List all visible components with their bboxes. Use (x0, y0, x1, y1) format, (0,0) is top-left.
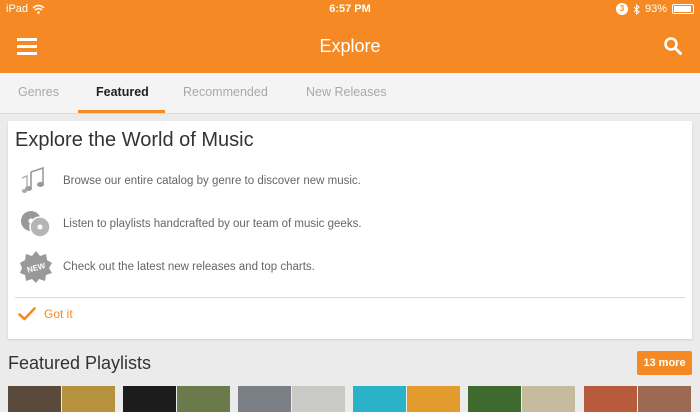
got-it-button[interactable]: Got it (18, 307, 73, 321)
intro-item-text: Check out the latest new releases and to… (63, 261, 315, 273)
playlist-thumbnail[interactable] (638, 386, 691, 412)
playlist-thumbnail[interactable] (123, 386, 176, 412)
intro-item-text: Browse our entire catalog by genre to di… (63, 175, 361, 187)
battery-icon (672, 4, 694, 14)
intro-item-browse: Browse our entire catalog by genre to di… (18, 163, 383, 199)
tab-genres[interactable]: Genres (18, 85, 59, 99)
playlist-thumbnail[interactable] (238, 386, 291, 412)
playlist-thumbnail[interactable] (407, 386, 460, 412)
intro-item-playlists: Listen to playlists handcrafted by our t… (18, 206, 383, 242)
got-it-label: Got it (44, 307, 73, 321)
explore-intro-card: Explore the World of Music Browse our en… (8, 121, 692, 339)
app-bar: Explore (0, 18, 700, 73)
battery-percent: 93% (644, 3, 667, 15)
notification-badge-icon: 3 (615, 3, 628, 15)
tab-recommended[interactable]: Recommended (183, 85, 268, 99)
new-badge-icon: NEW (18, 249, 54, 285)
intro-item-text: Listen to playlists handcrafted by our t… (63, 218, 362, 230)
active-tab-indicator (78, 110, 165, 113)
page-title: Explore (319, 36, 381, 56)
playlist-thumbnail[interactable] (468, 386, 521, 412)
tab-new-releases[interactable]: New Releases (306, 85, 387, 99)
playlist-thumbnail[interactable] (353, 386, 406, 412)
vinyl-discs-icon (18, 206, 54, 242)
playlist-thumbnail[interactable] (8, 386, 61, 412)
more-playlists-button[interactable]: 13 more (637, 351, 692, 375)
playlist-thumbnail[interactable] (62, 386, 115, 412)
checkmark-icon (18, 307, 36, 321)
music-notes-icon (18, 163, 54, 199)
bluetooth-icon (633, 3, 640, 15)
intro-item-new-releases: NEW Check out the latest new releases an… (18, 249, 383, 285)
card-divider (15, 297, 685, 298)
card-title: Explore the World of Music (15, 129, 254, 151)
playlist-thumbnail-strip (8, 386, 700, 412)
playlist-thumbnail[interactable] (177, 386, 230, 412)
featured-playlists-heading: Featured Playlists (8, 353, 152, 373)
tab-bar: Genres Featured Recommended New Releases (0, 73, 700, 114)
status-bar: iPad 6:57 PM 3 93% (0, 0, 700, 18)
tab-featured[interactable]: Featured (96, 85, 149, 99)
playlist-thumbnail[interactable] (522, 386, 575, 412)
playlist-thumbnail[interactable] (584, 386, 637, 412)
playlist-thumbnail[interactable] (292, 386, 345, 412)
status-time: 6:57 PM (329, 3, 371, 15)
search-icon[interactable] (663, 36, 683, 56)
